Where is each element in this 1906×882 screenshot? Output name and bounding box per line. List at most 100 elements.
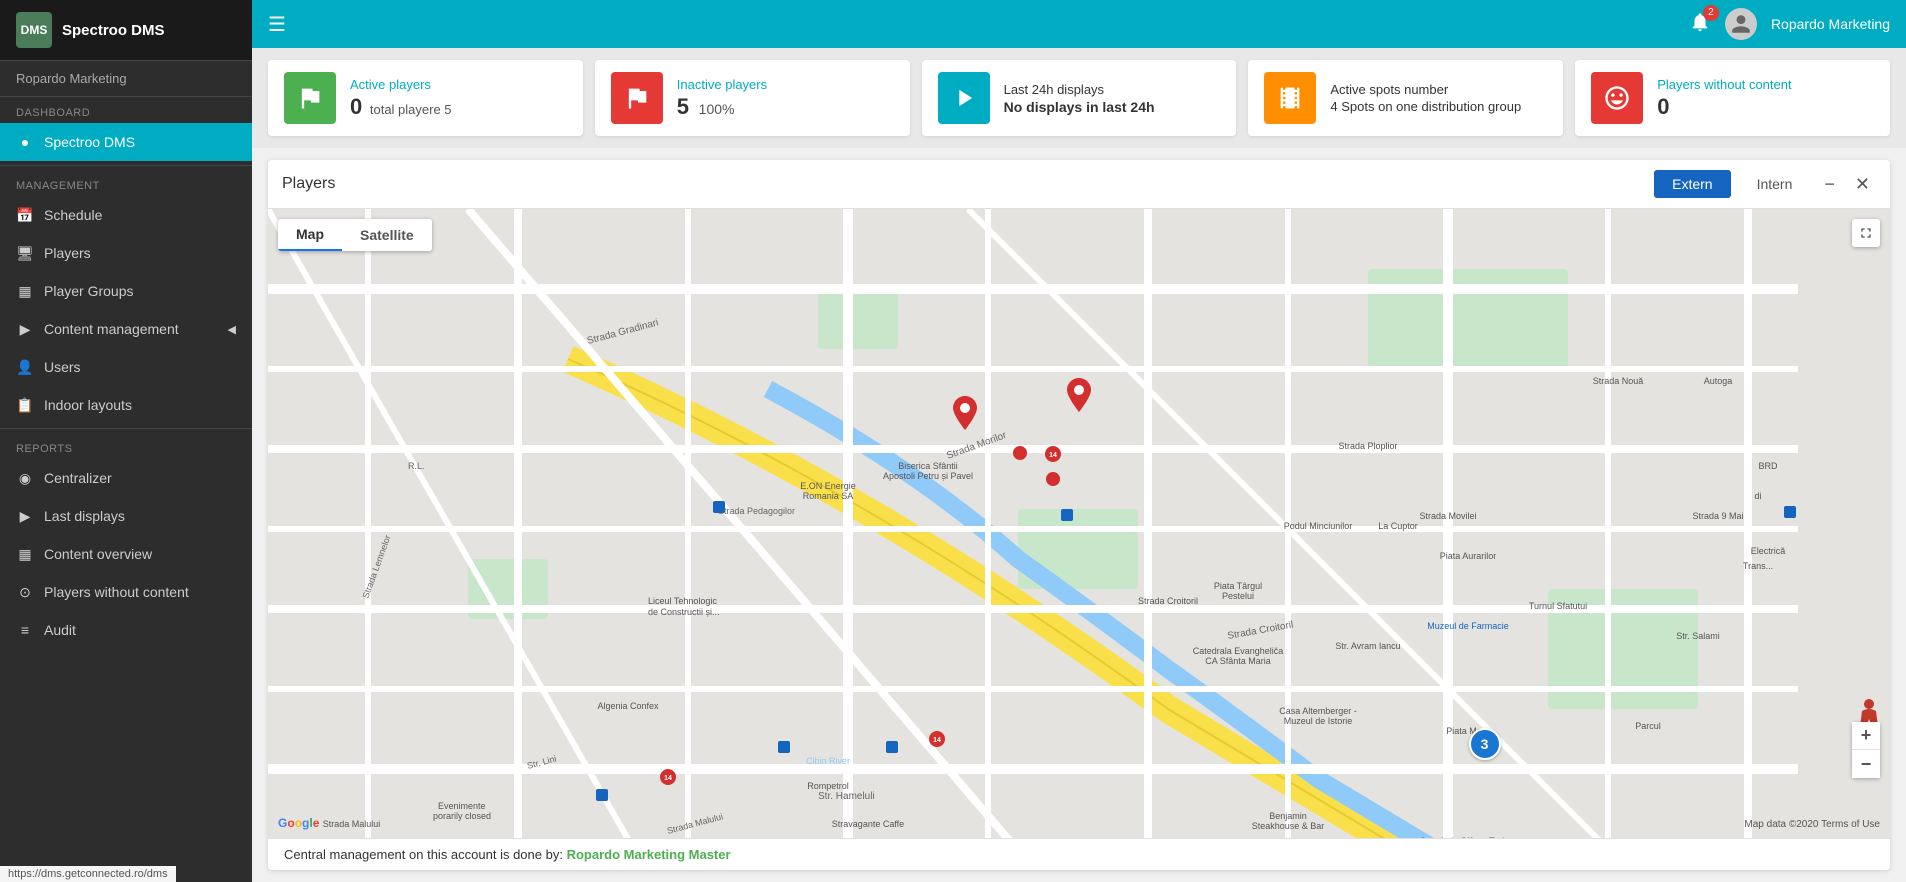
inactive-players-icon bbox=[611, 72, 663, 124]
map-type-toggle: Map Satellite bbox=[278, 219, 432, 251]
svg-text:Biserica Sfântii: Biserica Sfântii bbox=[898, 461, 958, 471]
sidebar-item-centralizer[interactable]: ◉ Centralizer bbox=[0, 459, 252, 497]
svg-text:Casa Altemberger -: Casa Altemberger - bbox=[1279, 706, 1357, 716]
map-type-map-button[interactable]: Map bbox=[278, 219, 342, 251]
sidebar-header: DMS Spectroo DMS bbox=[0, 0, 252, 61]
map-attribution: Map data ©2020 Terms of Use bbox=[1744, 819, 1880, 830]
pwc-icon: ⊙ bbox=[16, 583, 34, 601]
stat-card-last-displays: Last 24h displays No displays in last 24… bbox=[922, 60, 1237, 136]
svg-text:La Cuptor: La Cuptor bbox=[1378, 521, 1418, 531]
sidebar-item-players-without-content[interactable]: ⊙ Players without content bbox=[0, 573, 252, 611]
stat-card-pwc: Players without content 0 bbox=[1575, 60, 1890, 136]
last-displays-text: Last 24h displays No displays in last 24… bbox=[1004, 82, 1155, 115]
account-name: Ropardo Marketing bbox=[0, 61, 252, 97]
player-groups-icon: ▦ bbox=[16, 282, 34, 300]
sidebar-item-players[interactable]: 🖥 Players bbox=[0, 234, 252, 272]
audit-icon: ≡ bbox=[16, 621, 34, 639]
svg-text:14: 14 bbox=[933, 737, 941, 744]
sidebar-item-player-groups[interactable]: ▦ Player Groups bbox=[0, 272, 252, 310]
intern-button[interactable]: Intern bbox=[1739, 170, 1811, 198]
stat-card-inactive-players: Inactive players 5 100% bbox=[595, 60, 910, 136]
active-players-label: Active players bbox=[350, 77, 452, 92]
hamburger-button[interactable]: ☰ bbox=[268, 12, 286, 37]
stat-card-active-players: Active players 0 total playere 5 bbox=[268, 60, 583, 136]
schedule-icon: 📅 bbox=[16, 206, 34, 224]
map-container[interactable]: Strada Gradinari Strada Morilor Strada L… bbox=[268, 209, 1890, 838]
svg-text:Muzeul de Farmacie: Muzeul de Farmacie bbox=[1427, 621, 1509, 631]
sidebar-item-spectroo-dms[interactable]: ● Spectroo DMS bbox=[0, 123, 252, 161]
svg-text:Autoga: Autoga bbox=[1704, 376, 1733, 386]
google-logo: Google Strada Malului bbox=[278, 816, 380, 830]
svg-text:Rompetrol: Rompetrol bbox=[807, 781, 849, 791]
map-svg: Strada Gradinari Strada Morilor Strada L… bbox=[268, 209, 1890, 838]
centralizer-icon: ◉ bbox=[16, 469, 34, 487]
notification-badge: 2 bbox=[1703, 5, 1719, 21]
svg-text:Romania SA: Romania SA bbox=[803, 491, 854, 501]
sidebar-item-indoor-layouts[interactable]: 📋 Indoor layouts bbox=[0, 386, 252, 424]
sidebar-divider-2 bbox=[0, 428, 252, 429]
players-icon: 🖥 bbox=[16, 244, 34, 262]
inactive-players-label: Inactive players bbox=[677, 77, 767, 92]
last-displays-value: No displays in last 24h bbox=[1004, 99, 1155, 115]
map-type-satellite-button[interactable]: Satellite bbox=[342, 219, 432, 251]
notification-bell[interactable]: 2 bbox=[1689, 11, 1711, 38]
svg-text:Piata Aurarilor: Piata Aurarilor bbox=[1440, 551, 1497, 561]
active-spots-value: 4 Spots on one distribution group bbox=[1330, 99, 1521, 114]
users-icon: 👤 bbox=[16, 358, 34, 376]
topbar-left: ☰ bbox=[268, 12, 286, 37]
map-close-button[interactable]: ✕ bbox=[1849, 172, 1876, 197]
zoom-out-button[interactable]: − bbox=[1852, 750, 1880, 778]
sidebar-item-audit[interactable]: ≡ Audit bbox=[0, 611, 252, 649]
chevron-icon: ◀ bbox=[228, 323, 236, 336]
active-spots-text: Active spots number 4 Spots on one distr… bbox=[1330, 82, 1521, 114]
svg-text:Podul Minciunilor: Podul Minciunilor bbox=[1284, 521, 1353, 531]
map-pin-2[interactable] bbox=[1067, 378, 1091, 417]
sidebar: DMS Spectroo DMS Ropardo Marketing Dashb… bbox=[0, 0, 252, 882]
svg-text:Steakhouse & Bar: Steakhouse & Bar bbox=[1252, 821, 1325, 831]
svg-text:14: 14 bbox=[664, 775, 672, 782]
topbar-right: 2 Ropardo Marketing bbox=[1689, 8, 1890, 40]
svg-text:Str. Avram lancu: Str. Avram lancu bbox=[1335, 641, 1400, 651]
sidebar-item-last-displays[interactable]: ▶ Last displays bbox=[0, 497, 252, 535]
svg-text:Strada 9 Mai: Strada 9 Mai bbox=[1692, 511, 1743, 521]
topbar: ☰ 2 Ropardo Marketing bbox=[252, 0, 1906, 48]
active-spots-icon bbox=[1264, 72, 1316, 124]
app-logo: DMS bbox=[16, 12, 52, 48]
map-fullscreen-button[interactable] bbox=[1852, 219, 1880, 247]
footer-text: Central management on this account is do… bbox=[268, 838, 1890, 870]
sidebar-item-content-overview[interactable]: ▦ Content overview bbox=[0, 535, 252, 573]
status-bar: https://dms.getconnected.ro/dms bbox=[0, 866, 176, 882]
sidebar-item-users[interactable]: 👤 Users bbox=[0, 348, 252, 386]
svg-text:Cibin River: Cibin River bbox=[806, 756, 850, 766]
content-area: Players Extern Intern − ✕ bbox=[252, 148, 1906, 882]
svg-text:Str. Salami: Str. Salami bbox=[1676, 631, 1720, 641]
svg-text:porarily closed: porarily closed bbox=[433, 811, 491, 821]
pwc-value: 0 bbox=[1657, 94, 1791, 120]
sidebar-item-schedule[interactable]: 📅 Schedule bbox=[0, 196, 252, 234]
svg-text:BRD: BRD bbox=[1758, 461, 1778, 471]
svg-text:Electrică: Electrică bbox=[1751, 546, 1786, 556]
last-displays-stat-icon bbox=[938, 72, 990, 124]
svg-text:Strada Nouă: Strada Nouă bbox=[1593, 376, 1644, 386]
map-pin-1[interactable] bbox=[953, 396, 977, 435]
svg-text:Benjamin: Benjamin bbox=[1269, 811, 1307, 821]
extern-button[interactable]: Extern bbox=[1654, 170, 1730, 198]
management-section-label: Management bbox=[0, 170, 252, 196]
sidebar-item-content-management[interactable]: ▶ Content management ◀ bbox=[0, 310, 252, 348]
last-displays-label: Last 24h displays bbox=[1004, 82, 1155, 97]
svg-text:Catedrala Sfânta Treime: Catedrala Sfânta Treime bbox=[1419, 836, 1517, 838]
svg-text:Piata Târgul: Piata Târgul bbox=[1214, 581, 1262, 591]
dashboard-icon: ● bbox=[16, 133, 34, 151]
zoom-in-button[interactable]: + bbox=[1852, 722, 1880, 750]
inactive-players-value: 5 100% bbox=[677, 94, 767, 120]
svg-text:Liceul Tehnologic: Liceul Tehnologic bbox=[648, 596, 717, 606]
svg-text:de Constructii și...: de Constructii și... bbox=[648, 607, 720, 617]
svg-text:Turnul Sfatutui: Turnul Sfatutui bbox=[1529, 601, 1587, 611]
svg-text:14: 14 bbox=[1049, 452, 1057, 459]
user-avatar bbox=[1725, 8, 1757, 40]
map-panel-title: Players bbox=[282, 175, 335, 193]
map-panel-header: Players Extern Intern − ✕ bbox=[268, 160, 1890, 209]
map-minimize-button[interactable]: − bbox=[1818, 172, 1841, 197]
svg-text:Evenimente: Evenimente bbox=[438, 801, 486, 811]
map-cluster-1[interactable]: 3 bbox=[1469, 728, 1501, 760]
